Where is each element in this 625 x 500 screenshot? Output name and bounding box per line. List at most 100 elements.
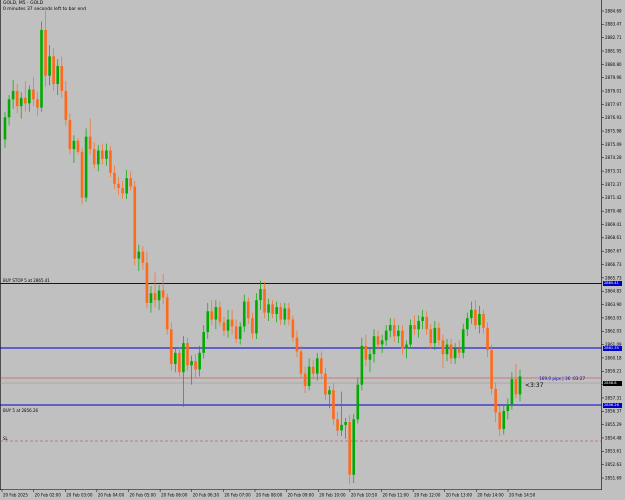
candle-body	[218, 307, 222, 323]
candle-body	[332, 390, 335, 420]
price-tick-label: 2879.96	[605, 75, 622, 80]
candle-body	[364, 345, 368, 360]
price-tick-label: 2862.03	[605, 329, 622, 334]
candle-body	[113, 172, 116, 184]
buy-stop-label: BUY STOP 5 at 2865.41	[3, 278, 50, 283]
time-axis: 20 Feb 2025 20 Feb 02:00 20 Feb 03:00 20 Fe…	[1, 489, 536, 498]
candle-body	[64, 90, 68, 121]
candle-body	[68, 120, 72, 150]
price-tick-label: 2872.37	[605, 182, 622, 187]
candle-body	[210, 311, 214, 320]
upper-price-tag: 2861.35	[603, 345, 622, 351]
candle-body	[23, 97, 27, 104]
candle-body	[384, 330, 388, 341]
price-tick-label: 2854.48	[605, 435, 622, 440]
candle-body	[409, 325, 412, 345]
candle-body	[405, 344, 408, 349]
candle-body	[263, 289, 266, 313]
candle-body	[36, 99, 39, 108]
candle-body	[109, 150, 112, 173]
candle-body	[429, 329, 433, 344]
candle-body	[291, 319, 295, 338]
price-tick-label: 2851.69	[605, 475, 622, 480]
price-tick-label: 2865.73	[605, 275, 622, 280]
candle-body	[360, 345, 364, 385]
candle-body	[490, 350, 493, 389]
candle-body	[307, 366, 311, 387]
candle-body	[376, 336, 380, 345]
candle-body	[48, 56, 51, 76]
time-tick-label: 20 Feb 08:00	[256, 493, 283, 498]
candle-body	[283, 308, 287, 320]
candle-body	[11, 90, 15, 100]
price-tick-label: 2863.03	[605, 315, 622, 320]
candle-body	[117, 183, 120, 188]
candle-body	[506, 404, 510, 412]
price-tick-label: 2884.69	[605, 8, 622, 13]
candle-body	[56, 65, 60, 84]
candle-body	[161, 290, 165, 298]
candle-body	[275, 307, 278, 315]
candle-body	[457, 348, 461, 353]
time-tick-label: 20 Feb 06:30	[193, 493, 220, 498]
candle-body	[352, 419, 356, 475]
candle-body	[222, 322, 226, 331]
candle-body	[271, 304, 274, 315]
candle-body	[474, 309, 477, 326]
candle-body	[478, 314, 481, 326]
candle-body	[247, 301, 250, 319]
price-axis: 2884.69 2883.47 2882.71 2881.95 2880.80 2879.…	[601, 8, 622, 480]
candle-body	[72, 140, 76, 150]
candle-body	[88, 136, 92, 150]
candle-body	[230, 319, 234, 327]
price-tick-label: 2863.90	[605, 302, 622, 307]
candle-body	[169, 329, 173, 364]
candle-body	[76, 140, 80, 152]
candle-body	[425, 316, 429, 330]
time-tick-label: 20 Feb 03:00	[66, 493, 93, 498]
candle-body	[80, 151, 84, 198]
candle-body	[437, 327, 441, 341]
candle-body	[340, 424, 343, 431]
candle-body	[421, 316, 424, 321]
candle-body	[465, 318, 469, 330]
candle-body	[19, 97, 23, 107]
candle-body	[445, 344, 449, 355]
candle-body	[52, 56, 55, 84]
time-tick-label: 20 Feb 13:00	[446, 493, 473, 498]
candle-body	[32, 89, 35, 100]
candle-body	[226, 319, 230, 331]
candle-body	[105, 150, 108, 159]
price-chart[interactable]: 2884.69 2883.47 2882.71 2881.95 2880.80 2879.…	[0, 0, 625, 500]
candle-body	[238, 326, 242, 339]
candle-body	[319, 358, 323, 374]
candle-body	[449, 344, 453, 359]
candle-body	[417, 320, 420, 330]
price-tick-label: 2857.31	[605, 395, 622, 400]
candle-body	[92, 149, 96, 165]
time-tick-label: 20 Feb 07:00	[224, 493, 251, 498]
candle-body	[267, 304, 270, 313]
candle-body	[315, 358, 319, 374]
price-tick-label: 2870.48	[605, 209, 622, 214]
price-tick-label: 2856.37	[605, 409, 622, 414]
price-tick-label: 2873.31	[605, 169, 622, 174]
candle-body	[461, 329, 465, 353]
candle-body	[137, 251, 141, 259]
price-tick-label: 2882.71	[605, 35, 622, 40]
price-tick-label: 2879.01	[605, 88, 622, 93]
candle-body	[453, 348, 457, 359]
candle-body	[194, 361, 197, 370]
price-tick-label: 2864.83	[605, 289, 622, 294]
price-tick-label: 2874.28	[605, 155, 622, 160]
timer-note: <3:37	[525, 382, 544, 389]
candle-body	[397, 330, 400, 337]
sl-label: SL	[3, 436, 8, 441]
buy-label: BUY 5 at 2856.26	[3, 408, 39, 413]
candle-body	[413, 325, 416, 330]
candle-body	[242, 301, 246, 327]
price-tick-label: 2859.21	[605, 369, 622, 374]
time-tick-label: 20 Feb 14:00	[477, 493, 504, 498]
candle-body	[344, 422, 347, 425]
price-tick-label: 2883.47	[605, 22, 622, 27]
